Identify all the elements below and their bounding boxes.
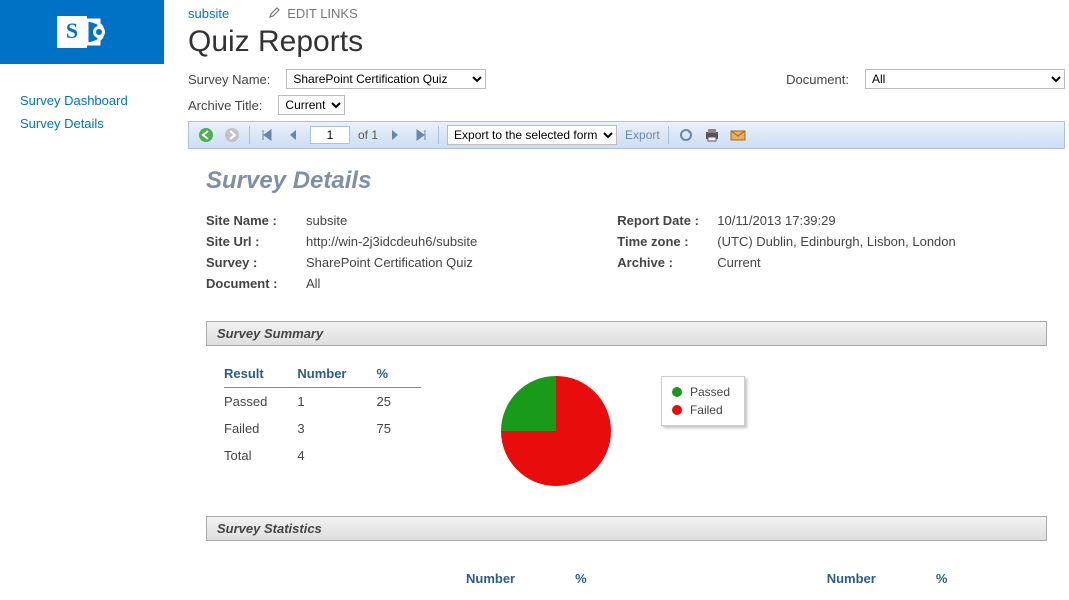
archive-title-select[interactable]: Current	[278, 95, 345, 115]
stats-col-pct-2: %	[936, 571, 948, 586]
export-format-select[interactable]: Export to the selected format	[447, 125, 617, 145]
meta-site-name-label: Site Name :	[206, 213, 306, 228]
sharepoint-logo[interactable]: S	[0, 0, 164, 64]
meta-archive-value: Current	[717, 255, 760, 270]
stats-col-pct-1: %	[575, 571, 587, 586]
page-number-input[interactable]	[310, 126, 350, 144]
print-icon[interactable]	[703, 126, 721, 144]
th-result: Result	[224, 362, 297, 388]
legend-swatch-failed	[672, 405, 682, 415]
subsite-link[interactable]: subsite	[188, 6, 229, 21]
stats-col-number-1: Number	[466, 571, 515, 586]
nav-survey-dashboard[interactable]: Survey Dashboard	[20, 89, 156, 112]
export-link[interactable]: Export	[625, 128, 660, 142]
left-navigation: Survey Dashboard Survey Details	[0, 69, 164, 600]
survey-summary-header: Survey Summary	[206, 321, 1047, 346]
nav-forward-icon[interactable]	[223, 126, 241, 144]
table-row: Failed 3 75	[224, 415, 421, 442]
refresh-icon[interactable]	[677, 126, 695, 144]
meta-archive-label: Archive :	[617, 255, 717, 270]
survey-name-label: Survey Name:	[188, 72, 270, 87]
archive-title-label: Archive Title:	[188, 98, 262, 113]
page-next-icon[interactable]	[386, 126, 404, 144]
summary-pie-chart	[501, 376, 611, 486]
meta-timezone-label: Time zone :	[617, 234, 717, 249]
legend-item-passed: Passed	[672, 383, 730, 401]
nav-survey-details[interactable]: Survey Details	[20, 112, 156, 135]
summary-table: Result Number % Passed 1 25 Failed	[224, 362, 421, 469]
page-title: Quiz Reports	[188, 25, 363, 59]
page-last-icon[interactable]	[412, 126, 430, 144]
meta-document-label: Document :	[206, 276, 306, 291]
meta-site-name-value: subsite	[306, 213, 347, 228]
pencil-icon	[269, 6, 281, 21]
survey-name-select[interactable]: SharePoint Certification Quiz	[286, 69, 486, 89]
meta-report-date-value: 10/11/2013 17:39:29	[717, 213, 835, 228]
page-first-icon[interactable]	[258, 126, 276, 144]
legend-item-failed: Failed	[672, 401, 730, 419]
report-toolbar: of 1 Export to the selected format Expor…	[188, 121, 1065, 149]
meta-document-value: All	[306, 276, 320, 291]
svg-text:S: S	[66, 18, 78, 43]
meta-survey-value: SharePoint Certification Quiz	[306, 255, 473, 270]
meta-survey-label: Survey :	[206, 255, 306, 270]
meta-site-url-value: http://win-2j3idcdeuh6/subsite	[306, 234, 477, 249]
meta-timezone-value: (UTC) Dublin, Edinburgh, Lisbon, London	[717, 234, 955, 249]
table-row: Total 4	[224, 442, 421, 469]
edit-links-button[interactable]: EDIT LINKS	[269, 6, 358, 21]
meta-report-date-label: Report Date :	[617, 213, 717, 228]
th-percent: %	[377, 362, 421, 388]
legend-label-passed: Passed	[690, 385, 730, 399]
legend-label-failed: Failed	[690, 403, 723, 417]
nav-back-icon[interactable]	[197, 126, 215, 144]
page-prev-icon[interactable]	[284, 126, 302, 144]
document-select[interactable]: All	[865, 69, 1065, 89]
meta-site-url-label: Site Url :	[206, 234, 306, 249]
document-label: Document:	[786, 72, 849, 87]
edit-links-label: EDIT LINKS	[287, 6, 358, 21]
chart-legend: Passed Failed	[661, 376, 745, 426]
survey-statistics-header: Survey Statistics	[206, 516, 1047, 541]
th-number: Number	[297, 362, 376, 388]
report-title: Survey Details	[206, 167, 1047, 195]
page-of-label: of 1	[358, 128, 378, 142]
stats-col-number-2: Number	[827, 571, 876, 586]
email-icon[interactable]	[729, 126, 747, 144]
table-row: Passed 1 25	[224, 388, 421, 416]
legend-swatch-passed	[672, 387, 682, 397]
